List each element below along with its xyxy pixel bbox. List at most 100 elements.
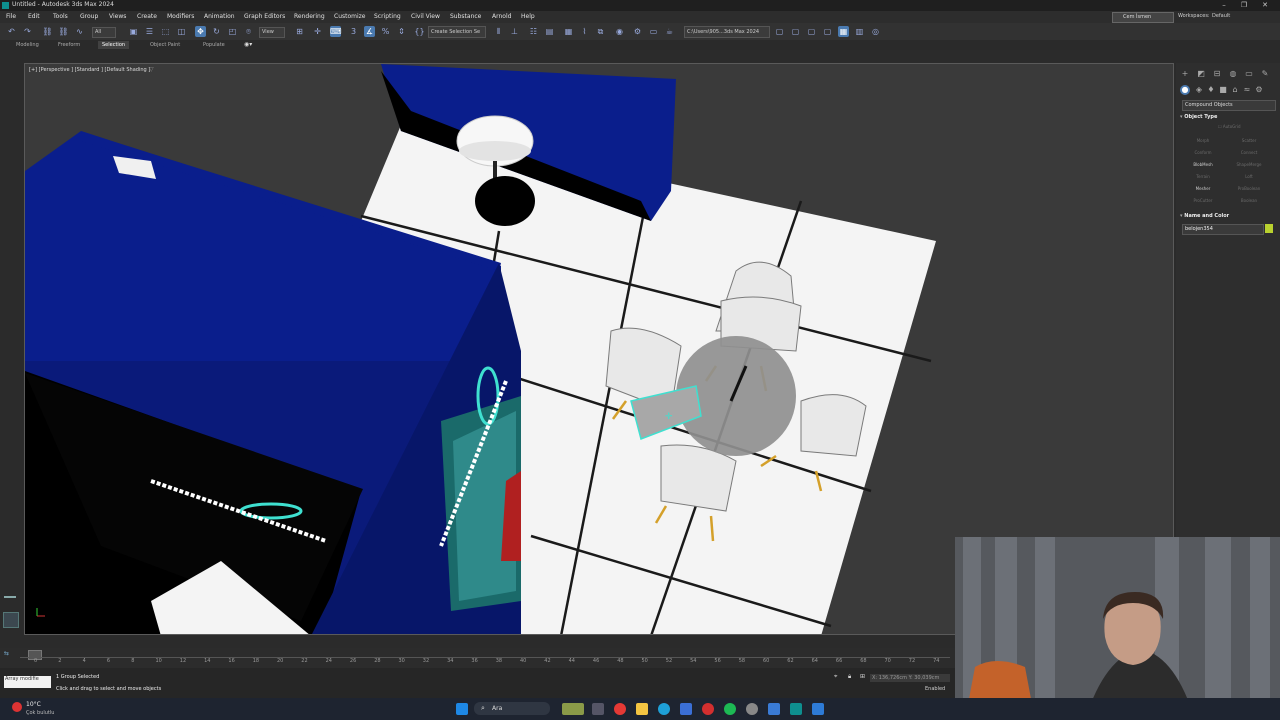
select-by-name-icon[interactable]: ☰ (144, 26, 155, 37)
rectangular-selection-icon[interactable]: ⬚ (160, 26, 171, 37)
edit-named-selection-icon[interactable]: {} (414, 26, 425, 37)
save-file-icon[interactable]: ▢ (790, 26, 801, 37)
select-and-scale-icon[interactable]: ◰ (227, 26, 238, 37)
minimize-icon[interactable]: – (1217, 0, 1231, 11)
viewport-filter-icon[interactable]: ▽ (149, 66, 154, 73)
menu-animation[interactable]: Animation (204, 13, 235, 20)
geometry-icon[interactable]: ● (1180, 85, 1190, 95)
menu-customize[interactable]: Customize (334, 13, 366, 20)
tab-populate[interactable]: Populate (199, 41, 229, 49)
boolean-button[interactable]: Boolean (1228, 196, 1270, 206)
ribbon-options-icon[interactable]: ◉▾ (244, 41, 252, 48)
unlink-icon[interactable]: ⛓ (58, 26, 69, 37)
file-explorer-icon[interactable] (636, 703, 648, 715)
utilities-panel-icon[interactable]: ✎ (1260, 69, 1270, 79)
object-name-field[interactable]: belojen354 (1182, 224, 1264, 235)
taskbar-search[interactable]: Ara (474, 702, 550, 715)
obs-icon[interactable] (746, 703, 758, 715)
render-production-icon[interactable]: ☕ (664, 26, 675, 37)
autodesk-icon[interactable]: ◎ (870, 26, 881, 37)
spinner-snap-icon[interactable]: ⇕ (396, 26, 407, 37)
select-object-icon[interactable]: ▣ (128, 26, 139, 37)
angle-snap-icon[interactable]: ∡ (364, 26, 375, 37)
menu-substance[interactable]: Substance (450, 13, 481, 20)
reference-coordinate-dropdown[interactable]: View (259, 27, 285, 38)
menu-edit[interactable]: Edit (28, 13, 40, 20)
redo-icon[interactable]: ↷ (22, 26, 33, 37)
cameras-icon[interactable]: ■ (1218, 85, 1228, 95)
hierarchy-panel-icon[interactable]: ⊟ (1212, 69, 1222, 79)
select-and-move-icon[interactable]: ✥ (195, 26, 206, 37)
object-color-swatch[interactable] (1265, 224, 1273, 233)
procutter-button[interactable]: ProCutter (1182, 196, 1224, 206)
conform-button[interactable]: Conform (1182, 148, 1224, 158)
motion-panel-icon[interactable]: ◍ (1228, 69, 1238, 79)
blobmesh-button[interactable]: BlobMesh (1182, 160, 1224, 170)
time-slider-toggle-icon[interactable]: ⇆ (4, 650, 9, 657)
name-and-color-rollout[interactable]: ▾ Name and Color (1180, 212, 1276, 221)
spotify-icon[interactable] (724, 703, 736, 715)
menu-scripting[interactable]: Scripting (374, 13, 401, 20)
coordinate-display[interactable]: X: 136,726cm Y: 30,039cm (870, 674, 950, 682)
helpers-icon[interactable]: ⌂ (1230, 85, 1240, 95)
workspace-dropdown[interactable]: Default (1212, 13, 1230, 19)
shapemerge-button[interactable]: ShapeMerge (1228, 160, 1270, 170)
menu-help[interactable]: Help (521, 13, 535, 20)
menu-group[interactable]: Group (80, 13, 98, 20)
menu-file[interactable]: File (6, 13, 16, 20)
mirror-icon[interactable]: ⫴ (493, 26, 504, 37)
layer-explorer-icon[interactable]: ▤ (544, 26, 555, 37)
task-view-icon[interactable] (592, 703, 604, 715)
open-file-icon[interactable]: ▢ (774, 26, 785, 37)
arnold-icon[interactable]: ▥ (854, 26, 865, 37)
mesher-button[interactable]: Mesher (1182, 184, 1224, 194)
3dsmax-taskbar-icon[interactable] (790, 703, 802, 715)
account-button[interactable]: Cem İsmen (1112, 12, 1174, 23)
viewport-label[interactable]: [+] [Perspective ] [Standard ] [Default … (29, 67, 150, 73)
active-shade-icon[interactable]: ▦ (838, 26, 849, 37)
category-dropdown[interactable]: Compound Objects (1182, 100, 1276, 111)
select-manipulate-icon[interactable]: ✛ (312, 26, 323, 37)
schematic-view-icon[interactable]: ⧉ (595, 26, 606, 37)
terrain-button[interactable]: Terrain (1182, 172, 1224, 182)
scene-explorer-toggle[interactable] (4, 596, 16, 598)
loft-button[interactable]: Loft (1228, 172, 1270, 182)
opera-icon[interactable] (702, 703, 714, 715)
window-crossing-icon[interactable]: ◫ (176, 26, 187, 37)
widgets-icon[interactable] (562, 703, 584, 715)
morph-button[interactable]: Morph (1182, 136, 1224, 146)
tab-freeform[interactable]: Freeform (54, 41, 84, 49)
lights-icon[interactable]: ♦ (1206, 85, 1216, 95)
menu-arnold[interactable]: Arnold (492, 13, 511, 20)
weather-condition[interactable]: Çok bulutlu (26, 710, 54, 716)
systems-icon[interactable]: ⚙ (1254, 85, 1264, 95)
display-panel-icon[interactable]: ▭ (1244, 69, 1254, 79)
maximize-icon[interactable]: ❐ (1237, 0, 1251, 11)
maxscript-listener[interactable]: Array modifie (4, 676, 51, 688)
toggle-ribbon-icon[interactable]: ▦ (563, 26, 574, 37)
menu-tools[interactable]: Tools (53, 13, 68, 20)
menu-civil-view[interactable]: Civil View (411, 13, 440, 20)
connect-button[interactable]: Connect (1228, 148, 1270, 158)
adaptive-degradation-status[interactable]: Enabled (925, 686, 945, 692)
modify-panel-icon[interactable]: ◩ (1196, 69, 1206, 79)
store-icon[interactable] (680, 703, 692, 715)
material-editor-icon[interactable]: ◉ (614, 26, 625, 37)
autogrid-checkbox[interactable]: ☐ AutoGrid (1218, 124, 1241, 129)
scene-explorer-icon[interactable]: ☷ (528, 26, 539, 37)
align-icon[interactable]: ⊥ (509, 26, 520, 37)
time-slider[interactable]: ⇆ 0 2 4 6 8 10 12 14 16 18 20 22 24 26 28 30 32 34 36 38 40 4… (0, 648, 955, 668)
bind-spacewarp-icon[interactable]: ∿ (74, 26, 85, 37)
object-type-rollout[interactable]: ▾ Object Type (1180, 113, 1276, 122)
viewport-layout-icon[interactable]: ▢ (822, 26, 833, 37)
tab-modeling[interactable]: Modeling (12, 41, 43, 49)
link-icon[interactable]: ⛓ (42, 26, 53, 37)
selection-filter-dropdown[interactable]: All (92, 27, 116, 38)
tab-selection[interactable]: Selection (98, 41, 130, 49)
selection-lock-icon[interactable]: 🔒︎ (848, 673, 851, 681)
named-selection-dropdown[interactable]: Create Selection Se (428, 26, 486, 38)
shapes-icon[interactable]: ◈ (1194, 85, 1204, 95)
scatter-button[interactable]: Scatter (1228, 136, 1270, 146)
create-panel-icon[interactable]: + (1180, 69, 1190, 79)
keyboard-shortcut-override-icon[interactable]: ⌨ (330, 26, 342, 37)
